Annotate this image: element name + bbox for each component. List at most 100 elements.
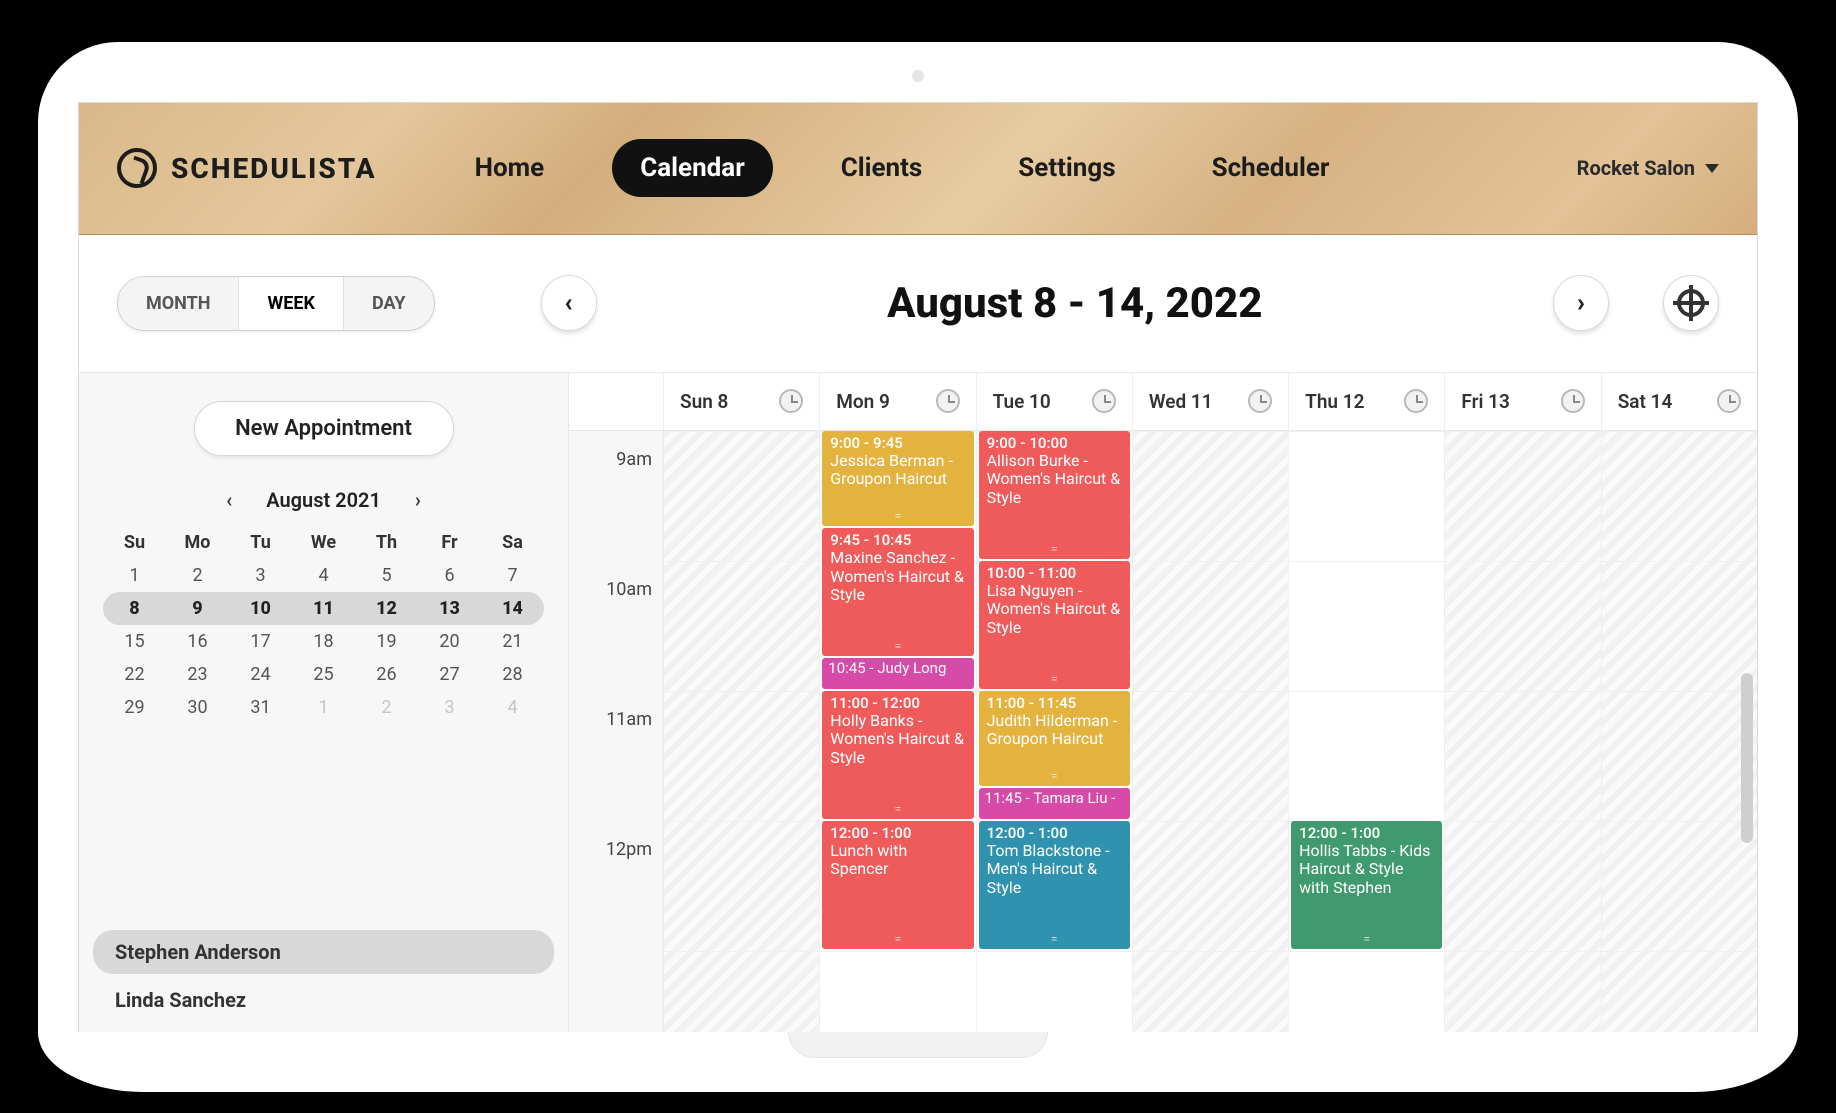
mini-day[interactable]: 9 (166, 592, 229, 625)
account-label: Rocket Salon (1577, 156, 1695, 180)
nav-clients[interactable]: Clients (813, 139, 951, 197)
mini-day[interactable]: 5 (355, 559, 418, 592)
mini-day[interactable]: 13 (418, 592, 481, 625)
calendar-event[interactable]: 10:45 - Judy Long (822, 658, 973, 689)
day-header-sun[interactable]: Sun 8 (663, 373, 819, 430)
day-header-wed[interactable]: Wed 11 (1132, 373, 1288, 430)
mini-day[interactable]: 17 (229, 625, 292, 658)
day-column-wed[interactable] (1132, 431, 1288, 1032)
mini-day[interactable]: 25 (292, 658, 355, 691)
mini-day[interactable]: 10 (229, 592, 292, 625)
calendar-settings-button[interactable] (1663, 275, 1719, 331)
mini-day[interactable]: 3 (418, 691, 481, 724)
mini-month-label: August 2021 (266, 488, 381, 512)
mini-day[interactable]: 22 (103, 658, 166, 691)
mini-day[interactable]: 4 (292, 559, 355, 592)
mini-day[interactable]: 11 (292, 592, 355, 625)
staff-list: Stephen Anderson Linda Sanchez (79, 926, 568, 1032)
mini-day[interactable]: 16 (166, 625, 229, 658)
mini-day[interactable]: 28 (481, 658, 544, 691)
day-header-tue[interactable]: Tue 10 (976, 373, 1132, 430)
new-appointment-button[interactable]: New Appointment (194, 401, 454, 456)
day-column-mon[interactable]: 9:00 - 9:45Jessica Berman - Groupon Hair… (819, 431, 975, 1032)
mini-day[interactable]: 7 (481, 559, 544, 592)
resize-handle-icon[interactable]: = (1051, 933, 1058, 947)
calendar-event[interactable]: 11:00 - 11:45Judith Hilderman - Groupon … (979, 691, 1130, 787)
resize-handle-icon[interactable]: = (1051, 770, 1058, 784)
resize-handle-icon[interactable]: = (1363, 933, 1370, 947)
mini-day[interactable]: 2 (355, 691, 418, 724)
calendar-event[interactable]: 12:00 - 1:00Hollis Tabbs - Kids Haircut … (1291, 821, 1442, 949)
mini-day[interactable]: 26 (355, 658, 418, 691)
mini-day[interactable]: 29 (103, 691, 166, 724)
resize-handle-icon[interactable]: = (895, 803, 902, 817)
mini-day[interactable]: 30 (166, 691, 229, 724)
mini-day[interactable]: 1 (103, 559, 166, 592)
staff-item[interactable]: Linda Sanchez (93, 978, 554, 1022)
view-switch: MONTH WEEK DAY (117, 276, 435, 331)
mini-day[interactable]: 6 (418, 559, 481, 592)
calendar-event[interactable]: 11:00 - 12:00Holly Banks - Women's Hairc… (822, 691, 973, 819)
mini-day[interactable]: 8 (103, 592, 166, 625)
resize-handle-icon[interactable]: = (895, 640, 902, 654)
calendar-event[interactable]: 10:00 - 11:00Lisa Nguyen - Women's Hairc… (979, 561, 1130, 689)
day-header-mon[interactable]: Mon 9 (819, 373, 975, 430)
staff-item[interactable]: Stephen Anderson (93, 930, 554, 974)
scrollbar-thumb[interactable] (1741, 673, 1753, 843)
mini-day[interactable]: 1 (292, 691, 355, 724)
mini-day[interactable]: 3 (229, 559, 292, 592)
nav-scheduler[interactable]: Scheduler (1184, 139, 1358, 197)
prev-week-button[interactable]: ‹ (541, 275, 597, 331)
calendar-event[interactable]: 12:00 - 1:00Lunch with Spencer= (822, 821, 973, 949)
day-column-fri[interactable] (1444, 431, 1600, 1032)
clock-icon (1092, 389, 1116, 413)
calendar-event[interactable]: 12:00 - 1:00Tom Blackstone - Men's Hairc… (979, 821, 1130, 949)
mini-next-month[interactable]: › (405, 484, 431, 516)
mini-prev-month[interactable]: ‹ (216, 484, 242, 516)
resize-handle-icon[interactable]: = (895, 510, 902, 524)
clock-icon (936, 389, 960, 413)
mini-day[interactable]: 12 (355, 592, 418, 625)
calendar-event[interactable]: 9:45 - 10:45Maxine Sanchez - Women's Hai… (822, 528, 973, 656)
nav-settings[interactable]: Settings (990, 139, 1143, 197)
view-week-button[interactable]: WEEK (239, 277, 343, 330)
next-week-button[interactable]: › (1553, 275, 1609, 331)
resize-handle-icon[interactable]: = (895, 933, 902, 947)
mini-day[interactable]: 15 (103, 625, 166, 658)
account-menu[interactable]: Rocket Salon (1577, 156, 1719, 180)
view-month-button[interactable]: MONTH (118, 277, 239, 330)
mini-day[interactable]: 19 (355, 625, 418, 658)
day-column-sat[interactable] (1601, 431, 1757, 1032)
mini-day[interactable]: 14 (481, 592, 544, 625)
mini-day[interactable]: 31 (229, 691, 292, 724)
nav-calendar[interactable]: Calendar (612, 139, 773, 197)
brand[interactable]: SCHEDULISTA (117, 148, 377, 188)
day-header-sat[interactable]: Sat 14 (1601, 373, 1757, 430)
day-column-tue[interactable]: 9:00 - 10:00Allison Burke - Women's Hair… (976, 431, 1132, 1032)
mini-day[interactable]: 4 (481, 691, 544, 724)
mini-day[interactable]: 21 (481, 625, 544, 658)
mini-day[interactable]: 2 (166, 559, 229, 592)
resize-handle-icon[interactable]: = (1051, 543, 1058, 557)
mini-day[interactable]: 20 (418, 625, 481, 658)
main-nav: Home Calendar Clients Settings Scheduler (447, 139, 1358, 197)
calendar-event[interactable]: 9:00 - 9:45Jessica Berman - Groupon Hair… (822, 431, 973, 527)
mini-day[interactable]: 23 (166, 658, 229, 691)
mini-current-week: 891011121314 (103, 592, 544, 625)
day-column-thu[interactable]: 12:00 - 1:00Hollis Tabbs - Kids Haircut … (1288, 431, 1444, 1032)
calendar-event[interactable]: 9:00 - 10:00Allison Burke - Women's Hair… (979, 431, 1130, 559)
calendar-grid[interactable]: 9am10am11am12pm 9:00 - 9:45Jessica Berma… (569, 431, 1757, 1032)
day-column-sun[interactable] (663, 431, 819, 1032)
mini-weekday: Th (355, 526, 418, 559)
nav-home[interactable]: Home (447, 139, 573, 197)
day-header-thu[interactable]: Thu 12 (1288, 373, 1444, 430)
mini-weekday: Su (103, 526, 166, 559)
mini-day[interactable]: 18 (292, 625, 355, 658)
time-label: 9am (569, 449, 662, 470)
resize-handle-icon[interactable]: = (1051, 673, 1058, 687)
mini-day[interactable]: 27 (418, 658, 481, 691)
view-day-button[interactable]: DAY (344, 277, 434, 330)
day-header-fri[interactable]: Fri 13 (1444, 373, 1600, 430)
mini-day[interactable]: 24 (229, 658, 292, 691)
calendar-event[interactable]: 11:45 - Tamara Liu - (979, 788, 1130, 819)
